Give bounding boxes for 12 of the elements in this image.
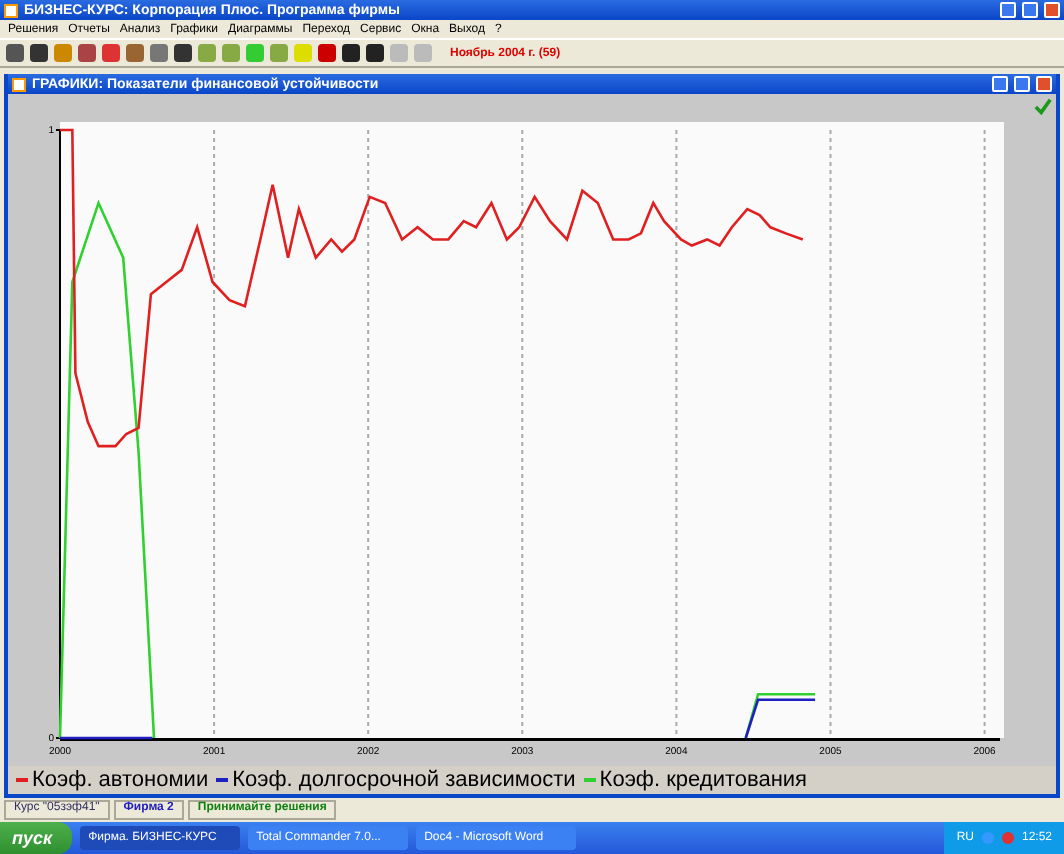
legend-label: Коэф. кредитования [599,768,808,792]
close-button[interactable] [1036,76,1052,92]
maximize-button[interactable] [1022,2,1038,18]
minimize-button[interactable] [1000,2,1016,18]
app-icon [4,3,18,17]
legend-label: Коэф. автономии [32,768,209,792]
legend-label: Коэф. долгосрочной зависимости [232,768,576,792]
minimize-button[interactable] [992,76,1008,92]
window-icon [12,77,26,91]
maximize-button[interactable] [1014,76,1030,92]
close-button[interactable] [1044,2,1060,18]
checkmark-icon[interactable] [1034,98,1052,116]
